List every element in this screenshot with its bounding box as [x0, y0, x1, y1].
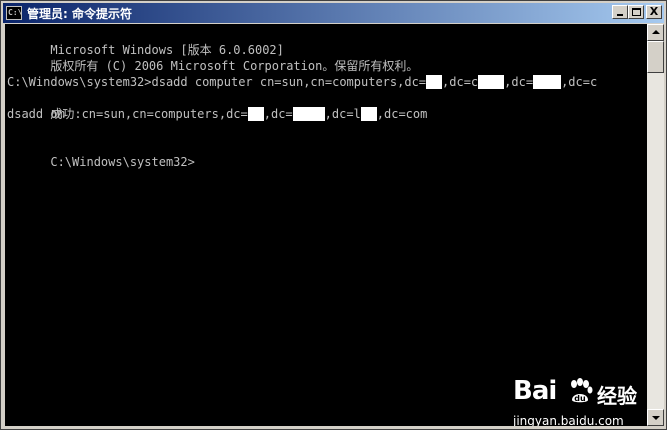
redaction-box: [247, 107, 264, 121]
svg-text:du: du: [574, 394, 586, 403]
console-line-result: dsadd 成功:cn=sun,cn=computers,dc= ,dc= ,dc=…: [7, 106, 427, 122]
console-prompt: C:\Windows\system32>: [50, 155, 195, 169]
arrow-down-icon: [652, 416, 660, 420]
watermark-brand-text: 经验: [597, 384, 637, 408]
cmd-icon[interactable]: C:\: [6, 6, 22, 20]
window-title: 管理员: 命令提示符: [27, 6, 132, 21]
redaction-box: [478, 75, 505, 89]
maximize-icon: [632, 8, 641, 16]
scroll-up-button[interactable]: [647, 24, 664, 41]
vertical-scrollbar[interactable]: [647, 24, 664, 426]
arrow-up-icon: [652, 30, 660, 34]
redaction-box: [426, 75, 443, 89]
minimize-icon: [617, 14, 623, 16]
console-output[interactable]: Microsoft Windows [版本 6.0.6002] 版权所有 (C)…: [5, 24, 647, 426]
console-text: ,dc=l: [324, 107, 361, 121]
console-text: 版权所有 (C) 2006 Microsoft Corporation。保留所有…: [50, 59, 419, 73]
close-icon: X: [649, 5, 659, 18]
console-text: ,dc=com: [376, 107, 428, 121]
scrollbar-thumb[interactable]: [647, 41, 664, 73]
title-bar[interactable]: C:\ 管理员: 命令提示符 X: [3, 3, 664, 23]
watermark-url: jingyan.baidu.com: [513, 414, 624, 426]
console-text: dsadd 成功:cn=sun,cn=computers,dc=: [7, 107, 248, 121]
console-text: ,dc=c: [561, 75, 598, 89]
command-prompt-window: C:\ 管理员: 命令提示符 X Microsoft Windows [版本 6…: [0, 0, 667, 430]
watermark-logo-text: Bai: [513, 376, 557, 406]
redaction-box: [292, 107, 325, 121]
console-line-command: C:\Windows\system32>dsadd computer cn=su…: [7, 74, 597, 90]
redaction-box: [533, 75, 562, 89]
minimize-button[interactable]: [612, 5, 628, 19]
console-text: ,dc=: [504, 75, 534, 89]
close-button[interactable]: X: [646, 5, 662, 19]
console-line-prompt: C:\Windows\system32>: [7, 138, 195, 186]
console-text: ,dc=c: [442, 75, 479, 89]
baidu-paw-icon: du: [571, 378, 593, 403]
baidu-jingyan-watermark: Bai du 经验 jingyan.baidu.com: [513, 376, 643, 426]
console-text: C:\Windows\system32>dsadd computer cn=su…: [7, 75, 427, 89]
maximize-button[interactable]: [628, 5, 644, 19]
scroll-down-button[interactable]: [647, 409, 664, 426]
console-text: ,dc=: [263, 107, 293, 121]
redaction-box: [360, 107, 377, 121]
window-controls: X: [612, 5, 662, 19]
